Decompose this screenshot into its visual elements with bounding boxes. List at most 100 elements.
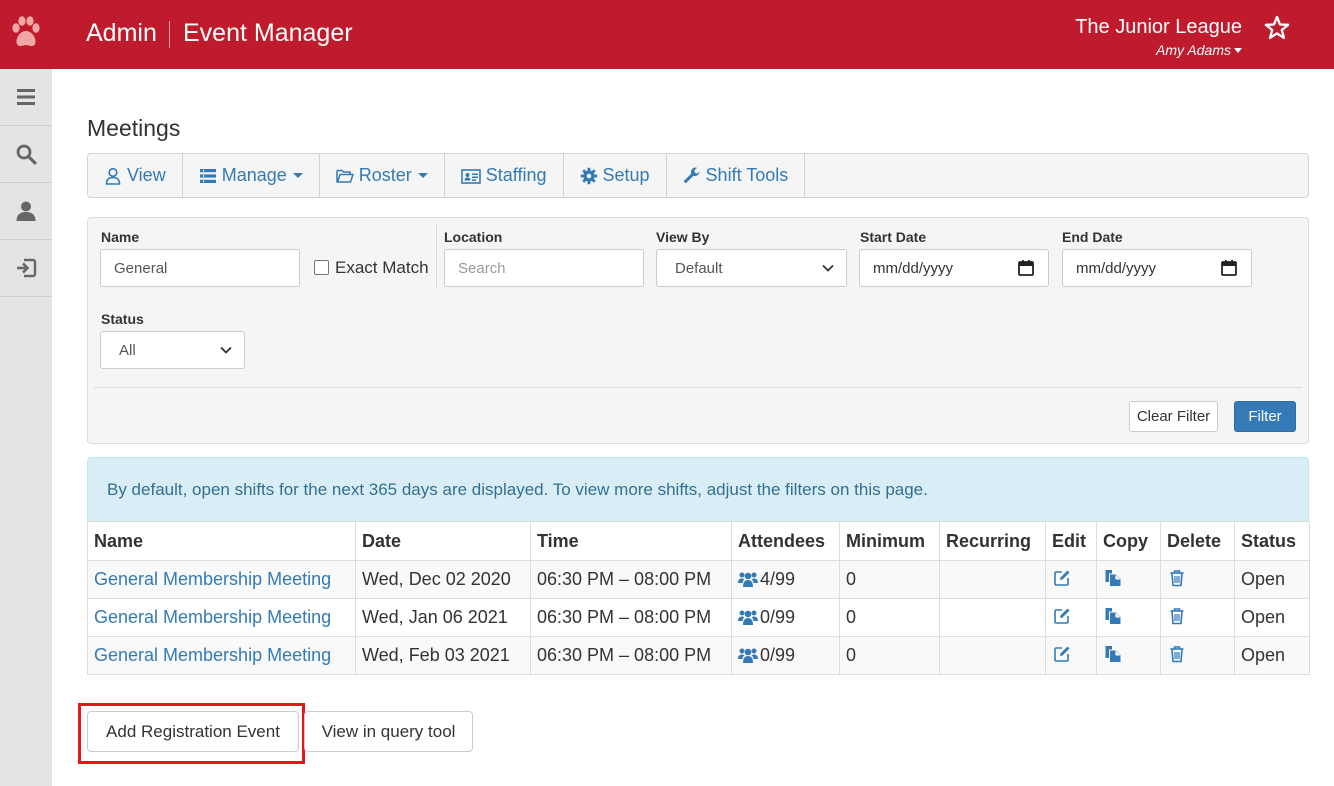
delete-cell <box>1160 560 1235 599</box>
table-row: General Membership Meeting Wed, Dec 02 2… <box>87 560 1310 599</box>
tab-manage[interactable]: Manage <box>183 154 320 197</box>
filter-divider <box>436 224 437 288</box>
tab-setup-label: Setup <box>602 165 650 185</box>
column-header-name[interactable]: Name <box>87 521 356 561</box>
meeting-date: Wed, Jan 06 2021 <box>355 598 531 637</box>
meeting-date: Wed, Feb 03 2021 <box>355 636 531 675</box>
start-date-label: Start Date <box>860 229 927 245</box>
view-by-label: View By <box>656 229 710 245</box>
end-date-label: End Date <box>1062 229 1123 245</box>
star-icon[interactable] <box>1263 14 1291 42</box>
column-header-recurring[interactable]: Recurring <box>939 521 1046 561</box>
meeting-name-link[interactable]: General Membership Meeting <box>94 645 331 665</box>
search-icon <box>16 144 37 165</box>
location-filter-label: Location <box>444 229 503 245</box>
wrench-icon <box>683 167 700 183</box>
column-header-status[interactable]: Status <box>1234 521 1310 561</box>
tab-view[interactable]: View <box>88 154 183 197</box>
admin-title[interactable]: Admin <box>86 19 157 48</box>
organization-name: The Junior League <box>1075 16 1242 38</box>
tab-staffing[interactable]: Staffing <box>445 154 564 197</box>
edit-icon[interactable] <box>1053 607 1071 625</box>
copy-cell <box>1096 560 1161 599</box>
start-date-input[interactable]: mm/dd/yyyy <box>859 249 1049 287</box>
attendees-cell[interactable]: 4/99 <box>731 560 840 599</box>
recurring-value <box>939 598 1046 637</box>
status-value: Open <box>1234 598 1310 637</box>
trash-icon[interactable] <box>1168 607 1186 625</box>
list-icon <box>199 168 216 183</box>
trash-icon[interactable] <box>1168 645 1186 663</box>
edit-cell <box>1045 598 1097 637</box>
table-row: General Membership Meeting Wed, Jan 06 2… <box>87 598 1310 637</box>
sidebar-profile[interactable] <box>0 183 52 240</box>
sidebar <box>0 69 52 786</box>
tab-shift-tools[interactable]: Shift Tools <box>667 154 806 197</box>
tab-shift-tools-label: Shift Tools <box>705 165 789 185</box>
sidebar-search[interactable] <box>0 126 52 183</box>
view-by-select[interactable]: Default <box>656 249 847 287</box>
meeting-time: 06:30 PM – 08:00 PM <box>530 636 732 675</box>
column-header-copy: Copy <box>1096 521 1161 561</box>
column-header-edit: Edit <box>1045 521 1097 561</box>
user-outline-icon <box>105 167 121 185</box>
attendees-cell[interactable]: 0/99 <box>731 598 840 637</box>
column-header-delete: Delete <box>1160 521 1235 561</box>
view-by-value: Default <box>675 259 723 277</box>
attendees-count: 0/99 <box>760 645 796 665</box>
edit-icon[interactable] <box>1053 645 1071 663</box>
tab-setup[interactable]: Setup <box>564 154 667 197</box>
status-filter-label: Status <box>101 311 144 327</box>
name-filter-label: Name <box>101 229 140 245</box>
column-header-time[interactable]: Time <box>530 521 732 561</box>
edit-cell <box>1045 560 1097 599</box>
calendar-icon[interactable] <box>1017 259 1035 277</box>
status-select-value: All <box>119 341 136 359</box>
filter-button[interactable]: Filter <box>1234 401 1296 432</box>
attendees-cell[interactable]: 0/99 <box>731 636 840 675</box>
sidebar-menu-toggle[interactable] <box>0 69 52 126</box>
users-icon <box>738 572 758 587</box>
copy-cell <box>1096 636 1161 675</box>
add-registration-event-button[interactable]: Add Registration Event <box>87 711 299 752</box>
user-icon <box>16 201 36 221</box>
tab-bar: View Manage Roster Staffing Setup Shift … <box>87 153 1309 198</box>
checkbox-icon <box>314 259 329 275</box>
users-icon <box>738 610 758 625</box>
end-date-input[interactable]: mm/dd/yyyy <box>1062 249 1252 287</box>
copy-icon[interactable] <box>1104 569 1122 587</box>
location-search-input[interactable]: Search <box>444 249 644 287</box>
id-card-icon <box>460 168 481 184</box>
recurring-value <box>939 636 1046 675</box>
exact-match-checkbox[interactable]: Exact Match <box>314 258 429 278</box>
view-in-query-tool-button[interactable]: View in query tool <box>304 711 473 752</box>
meeting-time: 06:30 PM – 08:00 PM <box>530 560 732 599</box>
copy-icon[interactable] <box>1104 607 1122 625</box>
attendees-count: 0/99 <box>760 607 796 627</box>
paw-logo-icon[interactable] <box>10 14 42 52</box>
sidebar-sign-in[interactable] <box>0 240 52 297</box>
calendar-icon[interactable] <box>1220 259 1238 277</box>
status-value: Open <box>1234 636 1310 675</box>
tab-roster[interactable]: Roster <box>320 154 445 197</box>
status-value: Open <box>1234 560 1310 599</box>
name-filter-input[interactable]: General <box>100 249 300 287</box>
column-header-attendees[interactable]: Attendees <box>731 521 840 561</box>
clear-filter-button[interactable]: Clear Filter <box>1129 401 1218 432</box>
copy-icon[interactable] <box>1104 645 1122 663</box>
info-alert-text: By default, open shifts for the next 365… <box>107 479 928 499</box>
column-header-date[interactable]: Date <box>355 521 531 561</box>
edit-icon[interactable] <box>1053 569 1071 587</box>
user-menu[interactable]: Amy Adams <box>1156 42 1242 58</box>
meeting-time: 06:30 PM – 08:00 PM <box>530 598 732 637</box>
meeting-name-link[interactable]: General Membership Meeting <box>94 607 331 627</box>
tab-manage-label: Manage <box>221 165 287 185</box>
info-alert: By default, open shifts for the next 365… <box>87 457 1309 522</box>
trash-icon[interactable] <box>1168 569 1186 587</box>
meeting-name-link[interactable]: General Membership Meeting <box>94 569 331 589</box>
column-header-minimum[interactable]: Minimum <box>839 521 940 561</box>
status-select[interactable]: All <box>100 331 245 369</box>
filter-footer-divider <box>94 387 1302 388</box>
end-date-placeholder: mm/dd/yyyy <box>1076 259 1157 277</box>
meetings-table: Name Date Time Attendees Minimum Recurri… <box>87 521 1310 675</box>
